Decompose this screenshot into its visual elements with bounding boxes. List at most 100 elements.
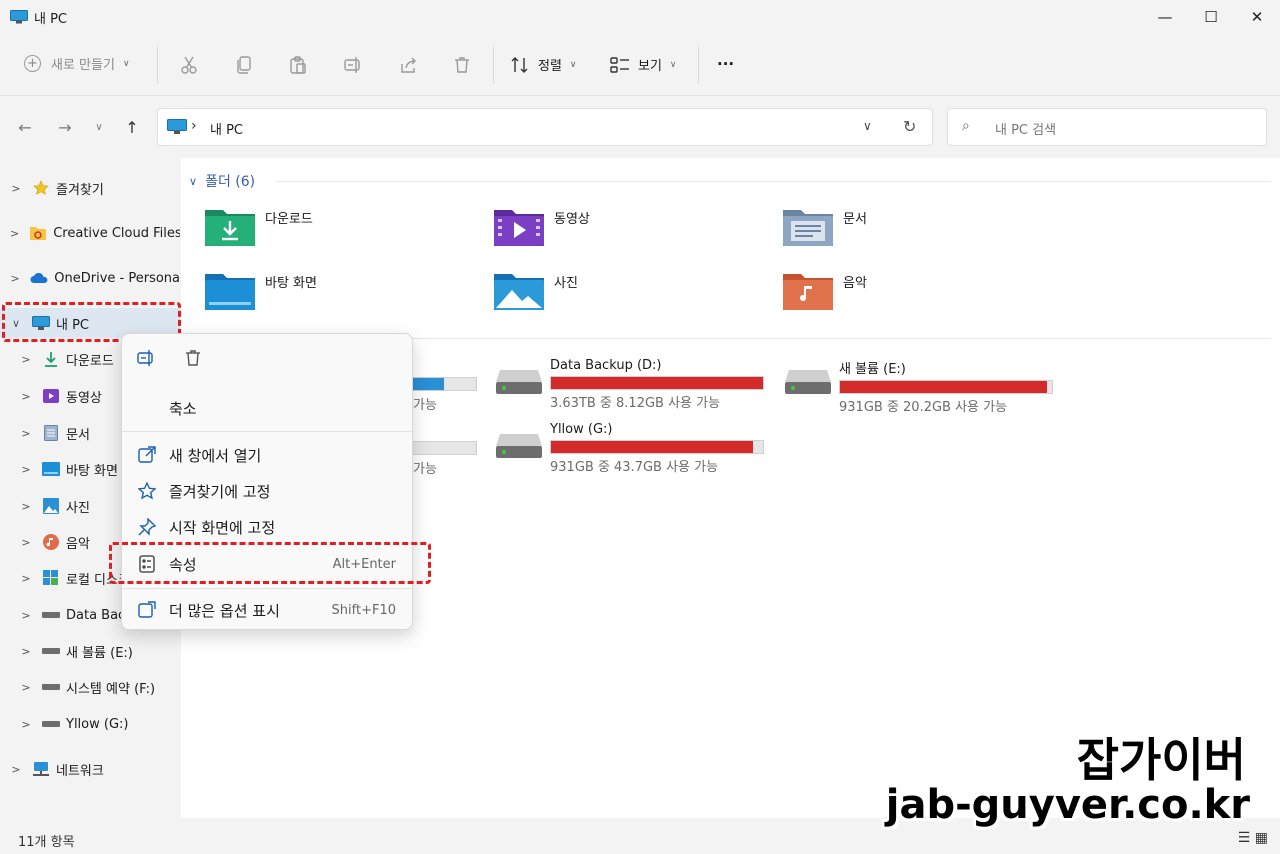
copy-icon[interactable] [233, 54, 255, 76]
expand-chevron-icon[interactable]: > [20, 572, 32, 585]
sidebar-item-label: 다운로드 [66, 353, 114, 369]
expand-chevron-icon[interactable]: > [20, 390, 32, 403]
menu-item-properties[interactable]: 속성 Alt+Enter [122, 547, 412, 581]
expand-chevron-icon[interactable]: > [20, 353, 32, 366]
new-button[interactable]: + 새로 만들기 ∨ [24, 54, 130, 73]
drive-usage-fill [551, 377, 763, 389]
drive-d[interactable]: Data Backup (D:) 3.63TB 중 8.12GB 사용 가능 [494, 358, 764, 411]
rename-icon[interactable] [136, 348, 156, 372]
open-new-window-icon [137, 446, 157, 464]
refresh-icon[interactable]: ↻ [903, 117, 916, 136]
drive-free-text: 931GB 중 20.2GB 사용 가능 [839, 400, 1008, 415]
share-icon[interactable] [397, 54, 419, 76]
folder-pictures[interactable]: 사진 [494, 270, 578, 310]
folder-videos[interactable]: 동영상 [494, 206, 590, 246]
drive-usage-bar [839, 380, 1053, 394]
menu-item-collapse[interactable]: 축소 [122, 391, 412, 425]
recent-locations-chevron-icon[interactable]: ∨ [88, 117, 110, 137]
title-bar: 내 PC — ☐ ✕ [0, 0, 1280, 34]
sidebar-item-label: 즐겨찾기 [56, 182, 104, 198]
sidebar-item-drive-g[interactable]: > Yllow (G:) [20, 709, 180, 739]
delete-icon[interactable] [451, 54, 473, 76]
computer-icon [32, 314, 50, 332]
folder-label: 동영상 [554, 212, 590, 227]
forward-arrow-icon[interactable]: → [54, 117, 76, 137]
drive-e[interactable]: 새 볼륨 (E:) 931GB 중 20.2GB 사용 가능 [783, 358, 1053, 415]
folder-music[interactable]: 음악 [783, 270, 867, 310]
expand-chevron-icon[interactable]: > [20, 681, 32, 694]
expand-chevron-icon[interactable]: > [10, 227, 19, 240]
back-arrow-icon[interactable]: ← [14, 117, 36, 137]
download-folder-icon [205, 210, 255, 246]
search-box[interactable]: ⌕ 내 PC 검색 [947, 108, 1267, 146]
expand-chevron-icon[interactable]: > [20, 645, 32, 658]
divider [493, 46, 494, 84]
document-icon [42, 424, 60, 442]
paste-icon[interactable] [287, 54, 309, 76]
delete-icon[interactable] [183, 348, 203, 372]
expand-chevron-icon[interactable]: > [20, 718, 32, 731]
sidebar-item-creative-cloud[interactable]: > Creative Cloud Files [10, 218, 180, 248]
menu-item-label: 새 창에서 열기 [169, 446, 262, 465]
shortcut-hint: Shift+F10 [331, 602, 396, 618]
sidebar-item-label: 사진 [66, 500, 90, 516]
window-title: 내 PC [34, 11, 68, 27]
desktop-icon [42, 460, 60, 478]
expand-chevron-icon[interactable]: > [10, 272, 20, 285]
expand-chevron-icon[interactable]: > [10, 182, 22, 195]
address-bar[interactable]: › 내 PC ∨ ↻ [157, 108, 933, 146]
sidebar-item-network[interactable]: > 네트워크 [10, 754, 180, 784]
hard-drive-icon [785, 370, 831, 394]
sort-icon [511, 56, 528, 73]
cut-icon[interactable] [178, 54, 200, 76]
more-options-button[interactable]: ··· [717, 55, 734, 73]
maximize-button[interactable]: ☐ [1188, 0, 1234, 34]
search-icon: ⌕ [962, 118, 970, 134]
folder-downloads[interactable]: 다운로드 [205, 206, 313, 246]
desktop-folder-icon [205, 274, 255, 310]
close-button[interactable]: ✕ [1234, 0, 1280, 34]
menu-item-more-options[interactable]: 더 많은 옵션 표시 Shift+F10 [122, 593, 412, 627]
drive-free-text-partial: 가능 [413, 462, 437, 477]
sort-button[interactable]: 정렬 ∨ [510, 55, 577, 74]
drive-usage-bar [550, 440, 764, 454]
watermark-title: 잡가이버 [1076, 733, 1246, 787]
expand-chevron-icon[interactable]: > [20, 427, 32, 440]
chevron-down-icon: ∨ [122, 58, 130, 69]
sidebar-item-drive-e[interactable]: > 새 볼륨 (E:) [20, 636, 180, 666]
chevron-down-icon: ∨ [189, 174, 198, 188]
menu-item-pin-start[interactable]: 시작 화면에 고정 [122, 510, 412, 544]
menu-item-open-new-window[interactable]: 새 창에서 열기 [122, 438, 412, 472]
hard-drive-icon [496, 370, 542, 394]
drive-g[interactable]: Yllow (G:) 931GB 중 43.7GB 사용 가능 [494, 422, 764, 475]
item-count: 11개 항목 [18, 835, 75, 850]
expand-chevron-icon[interactable]: > [10, 763, 22, 776]
view-toggle-icons[interactable]: ☰ ▦ [1238, 830, 1268, 846]
sidebar-item-favorites[interactable]: > 즐겨찾기 [10, 173, 180, 203]
chevron-down-icon[interactable]: ∨ [863, 119, 872, 133]
shortcut-hint: Alt+Enter [332, 556, 396, 572]
sidebar-item-label: 네트워크 [56, 763, 104, 779]
collapse-chevron-icon[interactable]: ∨ [10, 317, 22, 330]
up-arrow-icon[interactable]: ↑ [121, 117, 143, 137]
cloud-icon [30, 269, 48, 287]
menu-item-pin-quick-access[interactable]: 즐겨찾기에 고정 [122, 474, 412, 508]
video-icon [42, 387, 60, 405]
rename-icon[interactable] [342, 54, 364, 76]
view-button[interactable]: 보기 ∨ [610, 55, 677, 74]
expand-chevron-icon[interactable]: > [20, 500, 32, 513]
folder-documents[interactable]: 문서 [783, 206, 867, 246]
minimize-button[interactable]: — [1142, 0, 1188, 34]
folders-group-title: 폴더 (6) [205, 174, 256, 190]
expand-chevron-icon[interactable]: > [20, 463, 32, 476]
properties-icon [137, 555, 157, 573]
creative-cloud-folder-icon [29, 224, 47, 242]
folder-desktop[interactable]: 바탕 화면 [205, 270, 317, 310]
expand-chevron-icon[interactable]: > [20, 536, 32, 549]
breadcrumb-item[interactable]: 내 PC [210, 119, 243, 138]
sidebar-item-onedrive[interactable]: > OneDrive - Persona [10, 263, 180, 293]
expand-chevron-icon[interactable]: > [20, 609, 32, 622]
folders-group-header[interactable]: ∨ 폴더 (6) [189, 171, 255, 191]
sidebar-item-drive-f[interactable]: > 시스템 예약 (F:) [20, 672, 180, 702]
sidebar-item-label: Creative Cloud Files [53, 225, 180, 241]
